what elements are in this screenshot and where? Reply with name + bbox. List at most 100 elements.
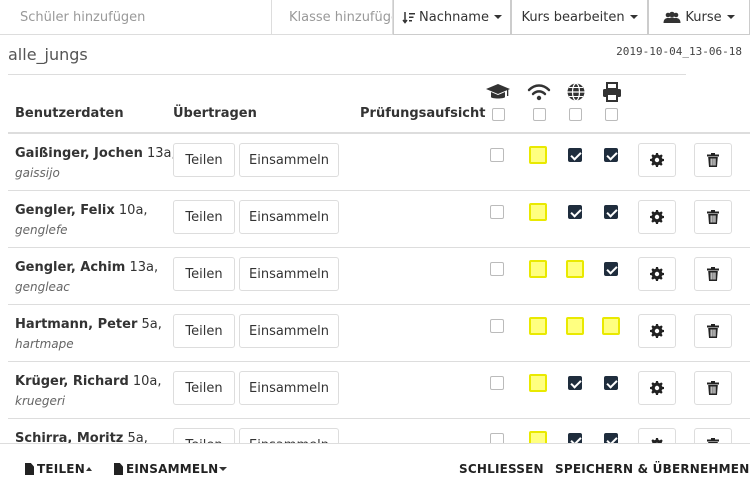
globe-icon [563, 81, 589, 103]
sort-label: Nachname [419, 9, 489, 25]
collect-button[interactable]: Einsammeln [239, 200, 339, 234]
gear-icon [650, 267, 664, 281]
trash-icon [707, 153, 719, 167]
table-row: Gaißinger, Jochen 13a, gaissijo Teilen Eins… [8, 134, 750, 191]
header-checkbox-internet[interactable] [569, 108, 582, 121]
share-button[interactable]: Teilen [173, 314, 235, 348]
close-label: SCHLIESSEN [459, 462, 544, 476]
trash-icon [707, 381, 719, 395]
delete-button[interactable] [694, 200, 732, 234]
internet-checkbox[interactable] [568, 205, 582, 219]
settings-button[interactable] [638, 371, 676, 405]
student-name: Hartmann, Peter 5a, [15, 317, 162, 332]
table-row: Gengler, Achim 13a, gengleac Teilen Einsamm… [8, 248, 750, 305]
printing-checkbox[interactable] [604, 262, 618, 276]
header-exam-supervision: Prüfungsaufsicht [360, 106, 486, 121]
student-full-name: Gengler, Felix [15, 203, 115, 218]
exam-checkbox[interactable] [490, 319, 504, 333]
internet-checkbox[interactable] [568, 376, 582, 390]
courses-dropdown-button[interactable]: Kurse [648, 0, 750, 35]
printing-checkbox[interactable] [604, 376, 618, 390]
header-checkbox-exam[interactable] [492, 108, 505, 121]
settings-button[interactable] [638, 143, 676, 177]
edit-course-button[interactable]: Kurs bearbeiten [511, 0, 648, 35]
delete-button[interactable] [694, 314, 732, 348]
footer-collect-button[interactable]: EINSAMMELN [114, 462, 228, 476]
internet-checkbox[interactable] [566, 317, 584, 335]
delete-button[interactable] [694, 257, 732, 291]
delete-button[interactable] [694, 371, 732, 405]
trash-icon [707, 210, 719, 224]
exam-checkbox[interactable] [490, 376, 504, 390]
collect-button[interactable]: Einsammeln [239, 371, 339, 405]
wifi-checkbox[interactable] [529, 317, 547, 335]
wifi-checkbox[interactable] [529, 146, 547, 164]
trash-icon [707, 324, 719, 338]
student-name: Gengler, Achim 13a, [15, 260, 158, 275]
chevron-down-icon [493, 15, 502, 19]
student-class: 5a, [141, 317, 162, 332]
collect-button[interactable]: Einsammeln [239, 314, 339, 348]
edit-course-label: Kurs bearbeiten [521, 9, 625, 25]
student-login: kruegeri [15, 394, 66, 408]
share-button[interactable]: Teilen [173, 371, 235, 405]
trash-icon [707, 267, 719, 281]
settings-button[interactable] [638, 200, 676, 234]
class-add-input[interactable] [272, 0, 393, 35]
courses-label: Kurse [685, 9, 722, 25]
close-button[interactable]: SCHLIESSEN [459, 462, 544, 476]
table-row: Gengler, Felix 10a, genglefe Teilen Einsamm… [8, 191, 750, 248]
table-row: Hartmann, Peter 5a, hartmape Teilen Einsamm… [8, 305, 750, 362]
student-full-name: Krüger, Richard [15, 374, 129, 389]
header-transfer: Übertragen [173, 106, 257, 121]
footer-bar: TEILEN EINSAMMELN SCHLIESSEN SPEICHERN &… [0, 443, 750, 489]
settings-button[interactable] [638, 257, 676, 291]
caret-up-icon [85, 467, 92, 471]
internet-checkbox[interactable] [566, 260, 584, 278]
student-class: 13a, [129, 260, 159, 275]
gear-icon [650, 210, 664, 224]
wifi-checkbox[interactable] [529, 203, 547, 221]
student-login: hartmape [15, 337, 74, 351]
wifi-checkbox[interactable] [529, 374, 547, 392]
footer-collect-label: EINSAMMELN [126, 462, 219, 476]
gear-icon [650, 381, 664, 395]
collect-button[interactable]: Einsammeln [239, 143, 339, 177]
share-button[interactable]: Teilen [173, 257, 235, 291]
header-checkbox-wifi[interactable] [533, 108, 546, 121]
printing-checkbox[interactable] [602, 317, 620, 335]
printing-checkbox[interactable] [604, 148, 618, 162]
table-row: Krüger, Richard 10a, kruegeri Teilen Einsam… [8, 362, 750, 419]
student-full-name: Hartmann, Peter [15, 317, 138, 332]
printer-icon [599, 81, 625, 103]
footer-share-button[interactable]: TEILEN [25, 462, 92, 476]
printing-checkbox[interactable] [604, 205, 618, 219]
gear-icon [650, 324, 664, 338]
student-full-name: Gaißinger, Jochen [15, 146, 143, 161]
student-full-name: Gengler, Achim [15, 260, 126, 275]
student-name: Gengler, Felix 10a, [15, 203, 148, 218]
student-class: 10a, [132, 374, 162, 389]
settings-button[interactable] [638, 314, 676, 348]
share-button[interactable]: Teilen [173, 143, 235, 177]
student-login: gaissijo [15, 166, 60, 180]
delete-button[interactable] [694, 143, 732, 177]
toolbar: Nachname Kurs bearbeiten Kurse [0, 0, 750, 35]
student-class: 13a, [147, 146, 176, 161]
share-button[interactable]: Teilen [173, 200, 235, 234]
student-name: Krüger, Richard 10a, [15, 374, 162, 389]
header-checkbox-printing[interactable] [605, 108, 618, 121]
collect-button[interactable]: Einsammeln [239, 257, 339, 291]
student-login: genglefe [15, 223, 68, 237]
internet-checkbox[interactable] [568, 148, 582, 162]
sort-dropdown-button[interactable]: Nachname [393, 0, 511, 35]
course-timestamp: 2019-10-04_13-06-18 [616, 45, 742, 58]
chevron-down-icon [726, 15, 735, 19]
wifi-checkbox[interactable] [529, 260, 547, 278]
exam-checkbox[interactable] [490, 205, 504, 219]
student-search-input[interactable] [0, 0, 272, 35]
save-apply-button[interactable]: SPEICHERN & ÜBERNEHMEN [555, 462, 749, 476]
exam-checkbox[interactable] [490, 262, 504, 276]
exam-checkbox[interactable] [490, 148, 504, 162]
chevron-down-icon [219, 467, 228, 471]
